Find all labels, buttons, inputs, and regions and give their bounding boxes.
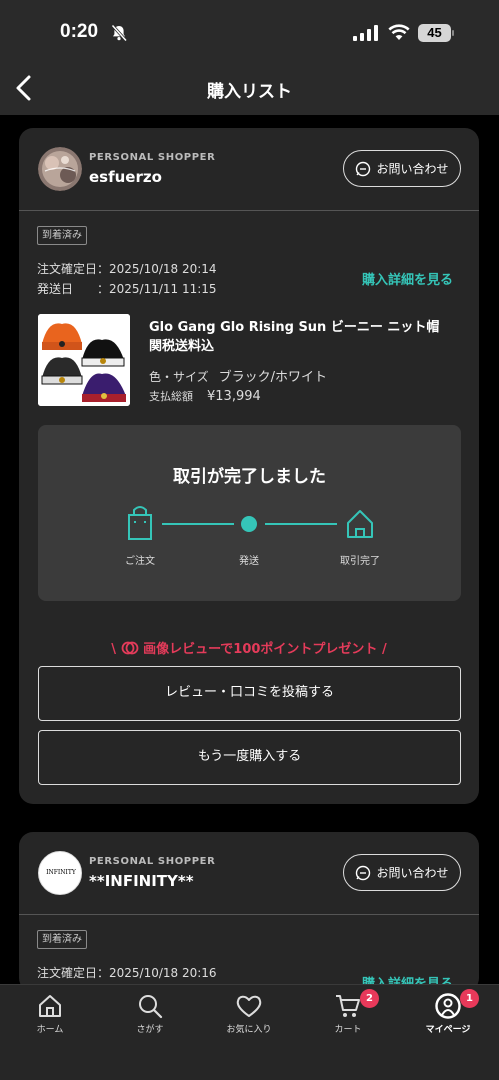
progress-title: 取引が完了しました [173,467,326,487]
shopper-avatar[interactable]: INFINITY [38,851,82,895]
contact-label: お問い合わせ [376,866,449,880]
attr-value: ブラック/ホワイト [218,370,328,385]
wifi-icon [388,24,410,40]
ship-date-label: 発送日 ： [37,282,110,296]
chat-icon [356,161,371,176]
status-badge: 到着済み [37,930,87,949]
product-image[interactable] [38,314,130,406]
tab-favorites[interactable]: お気に入り [209,993,289,1035]
tab-bar: ホーム さがす お気に入り カート 2 マイページ 1 [0,984,499,1080]
status-time: 0:20 [60,21,99,42]
order-date: 2025/10/18 20:16 [109,966,217,980]
status-bar: 0:20 45 [0,0,499,60]
order-card: INFINITY PERSONAL SHOPPER **INFINITY** お… [19,832,479,992]
tab-cart[interactable]: カート 2 [308,989,388,1035]
home-icon [39,995,61,1017]
product-name[interactable]: Glo Gang Glo Rising Sun ビーニー ニット帽 関税送料込 [149,318,454,356]
tab-search[interactable]: さがす [110,993,190,1035]
shopper-type-label: PERSONAL SHOPPER [89,152,216,163]
tab-label: さがす [136,1025,164,1035]
step-label-ship: 発送 [239,556,259,567]
ship-date-row: 発送日 ：2025/11/11 11:15 [37,280,217,297]
write-review-button[interactable]: レビュー・口コミを投稿する [38,666,461,721]
heart-icon [236,995,262,1017]
product-attributes: 色・サイズ ブラック/ホワイト [149,366,327,385]
signal-icon [353,25,378,41]
notification-count-badge: 1 [460,989,479,1008]
shopper-avatar[interactable] [38,147,82,191]
shopper-name[interactable]: **INFINITY** [89,872,194,890]
order-date-row: 注文確定日：2025/10/18 20:14 [37,260,217,277]
price-label: 支払総額 [149,390,193,403]
tab-label: お気に入り [226,1025,272,1035]
step-label-order: ご注文 [125,556,155,567]
status-badge: 到着済み [37,226,87,245]
promo-slash-right: / [381,642,387,657]
promo-slash-left: \ [111,642,121,657]
divider [19,914,479,915]
contact-button[interactable]: お問い合わせ [343,150,461,187]
order-detail-link[interactable]: 購入詳細を見る [362,269,453,288]
order-date-label: 注文確定日： [37,262,110,276]
tab-label: カート [334,1025,362,1035]
price-value: ¥13,994 [207,389,261,404]
avatar-text: INFINITY [46,869,76,876]
product-price: 支払総額 ¥13,994 [149,388,261,404]
tab-home[interactable]: ホーム [10,993,90,1035]
cart-icon [336,995,360,1017]
step-label-complete: 取引完了 [340,556,380,567]
page-title: 購入リスト [207,82,292,102]
contact-button[interactable]: お問い合わせ [343,854,461,891]
tab-mypage[interactable]: マイページ 1 [408,989,488,1035]
tab-label: マイページ [425,1025,471,1035]
order-date: 2025/10/18 20:14 [109,262,217,276]
review-promo: \ 画像レビューで100ポイントプレゼント / [19,638,479,657]
coin-icon [121,641,138,655]
attr-label: 色・サイズ [149,370,209,384]
promo-text: 画像レビューで100ポイントプレゼント [143,642,378,657]
search-icon [139,995,163,1019]
shopper-type-label: PERSONAL SHOPPER [89,856,216,867]
tab-label: ホーム [36,1025,64,1035]
mypage-icon [435,993,461,1019]
chat-icon [356,865,371,880]
order-date-row: 注文確定日：2025/10/18 20:16 [37,964,217,981]
progress-steps [128,506,373,540]
house-complete-icon [347,510,373,538]
ship-step-dot [241,516,257,532]
order-card: PERSONAL SHOPPER esfuerzo お問い合わせ 到着済み 注文… [19,128,479,804]
bell-muted-icon [111,24,128,42]
cart-count-badge: 2 [360,989,379,1008]
contact-label: お問い合わせ [376,162,449,176]
ship-date: 2025/11/11 11:15 [109,282,217,296]
buy-again-button[interactable]: もう一度購入する [38,730,461,785]
battery-indicator: 45 [418,24,454,42]
transaction-progress: 取引が完了しました ご注文 発送 取引完了 [38,425,461,601]
shopping-bag-icon [128,506,152,540]
nav-bar: 購入リスト [0,60,499,115]
order-date-label: 注文確定日： [37,966,110,980]
divider [19,210,479,211]
shopper-name[interactable]: esfuerzo [89,168,162,186]
